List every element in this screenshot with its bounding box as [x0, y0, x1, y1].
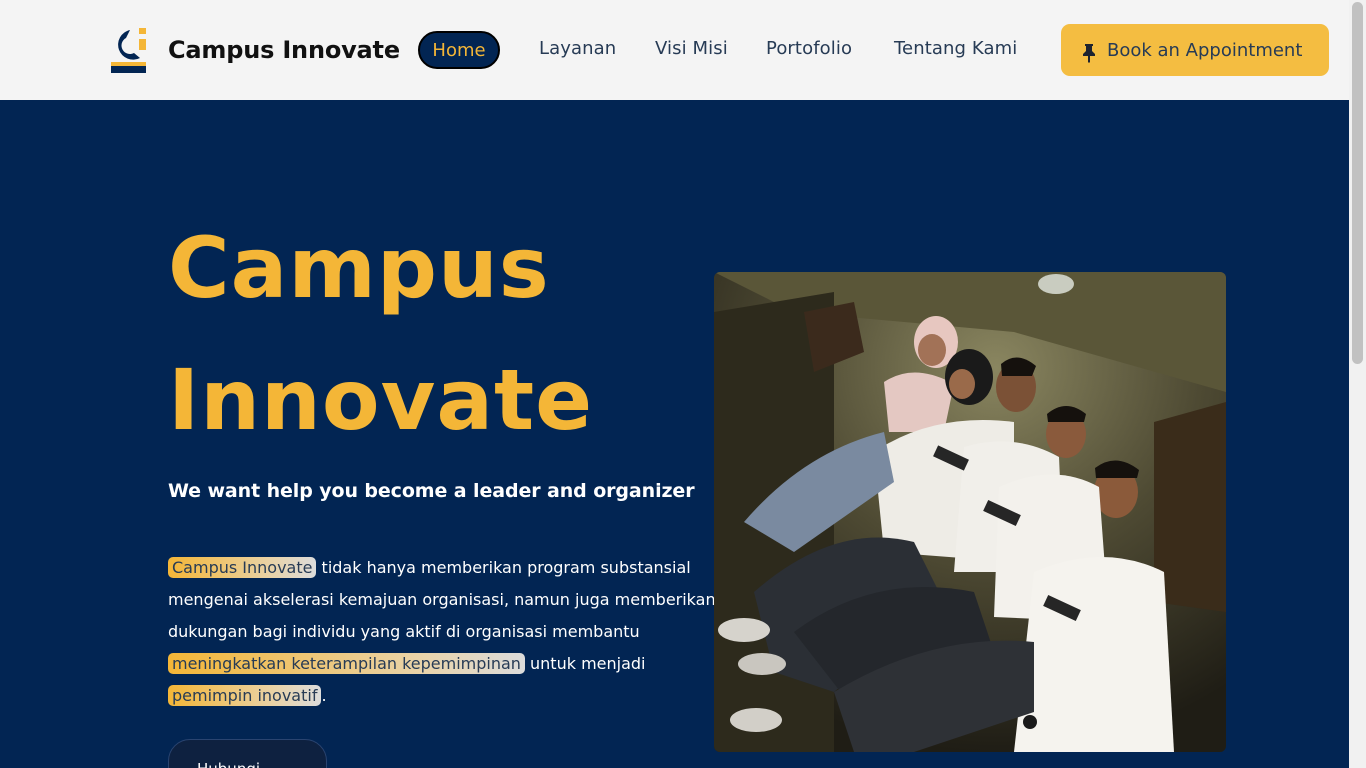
brand-name[interactable]: Campus Innovate [168, 36, 400, 64]
description-text-2: untuk menjadi [524, 654, 646, 673]
hero-description: Campus Innovate tidak hanya memberikan p… [168, 552, 728, 712]
campus-innovate-logo[interactable] [110, 27, 147, 74]
navbar: Campus Innovate Home Layanan Visi Misi P… [0, 0, 1349, 100]
nav-portofolio[interactable]: Portofolio [766, 38, 852, 59]
book-appointment-button[interactable]: Book an Appointment [1061, 24, 1329, 76]
nav-layanan[interactable]: Layanan [539, 38, 616, 59]
highlight-innovative-leader: pemimpin inovatif [168, 685, 322, 706]
contact-us-button[interactable]: Hubungi Kami [168, 739, 327, 768]
scrollbar-thumb[interactable] [1352, 2, 1363, 364]
highlight-campus-innovate: Campus Innovate [168, 557, 317, 578]
nav-home[interactable]: Home [418, 31, 500, 69]
pin-icon [1083, 44, 1095, 63]
description-text-3: . [321, 686, 327, 705]
book-appointment-label: Book an Appointment [1107, 39, 1303, 61]
highlight-leadership-skills: meningkatkan keterampilan kepemimpinan [168, 653, 525, 674]
hero-tagline: We want help you become a leader and org… [168, 480, 695, 502]
team-photo [714, 272, 1226, 752]
nav-visi-misi[interactable]: Visi Misi [655, 38, 728, 59]
hero-title-line-1: Campus [168, 219, 550, 317]
nav-tentang-kami[interactable]: Tentang Kami [894, 38, 1017, 59]
hero-title-line-2: Innovate [168, 351, 594, 449]
